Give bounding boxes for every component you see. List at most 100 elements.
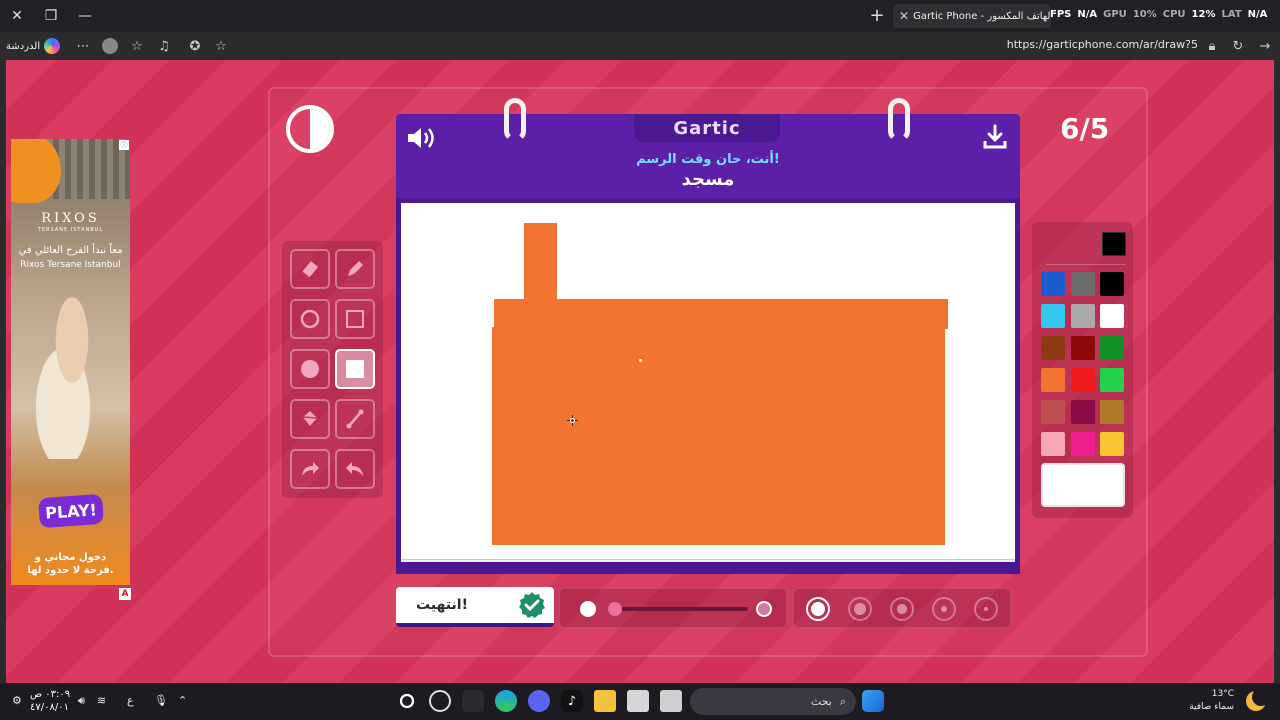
weather-widget[interactable]: 13°C سماء صافية — [1189, 688, 1234, 714]
ad-choices-icon[interactable]: A — [119, 588, 131, 600]
draw-word: مسجد — [681, 169, 735, 190]
color-swatch[interactable] — [1100, 400, 1124, 424]
more-icon[interactable]: ⋯ — [74, 37, 92, 55]
drawing-canvas[interactable] — [401, 203, 1015, 559]
obs-icon[interactable] — [396, 690, 418, 712]
ad-photo — [27, 289, 117, 459]
copilot-chat-button[interactable]: الدردشة — [6, 36, 61, 56]
redo-tool[interactable] — [290, 449, 330, 489]
favorites-icon[interactable]: ☆ — [128, 37, 146, 55]
edge-icon[interactable] — [495, 690, 517, 712]
wifi-icon[interactable]: ≋ — [97, 694, 106, 707]
windows-start-icon[interactable] — [862, 690, 884, 712]
collections-icon[interactable]: ♫ — [155, 37, 173, 55]
volume-icon[interactable]: 🔊︎ — [78, 694, 85, 708]
microphone-icon[interactable]: 🎙︎ — [154, 694, 168, 707]
settings-icon[interactable]: ⚙ — [12, 694, 22, 707]
brush-size-option[interactable] — [848, 597, 872, 621]
color-swatch[interactable] — [1041, 400, 1065, 424]
opacity-slider-handle[interactable] — [608, 602, 622, 616]
refresh-icon[interactable]: ↻ — [1229, 37, 1247, 55]
language-indicator[interactable]: ع — [127, 694, 134, 707]
file-explorer-icon[interactable] — [594, 690, 616, 712]
fps-value: N/A — [1077, 9, 1098, 20]
color-swatch[interactable] — [1070, 336, 1095, 360]
app-window-icon[interactable] — [660, 690, 682, 712]
pen-icon — [348, 261, 363, 276]
brush-size-dot — [897, 604, 907, 614]
close-tab-icon[interactable]: ✕ — [899, 9, 909, 23]
download-icon[interactable] — [982, 124, 1008, 150]
square-fill-icon — [346, 360, 364, 378]
color-swatch[interactable] — [1041, 336, 1065, 360]
profile-avatar[interactable] — [101, 37, 119, 55]
app-icon[interactable] — [429, 690, 451, 712]
color-swatch[interactable] — [1100, 368, 1124, 392]
tiktok-icon[interactable]: ♪ — [561, 690, 583, 712]
color-swatch[interactable] — [1041, 432, 1065, 456]
opacity-slider-panel — [558, 587, 788, 629]
color-swatch[interactable] — [1041, 368, 1065, 392]
terminal-icon[interactable] — [462, 690, 484, 712]
add-favorite-icon[interactable]: ☆ — [212, 37, 230, 55]
palette-divider — [1046, 264, 1126, 265]
url-field[interactable]: https://garticphone.com/ar/draw?5 — [1007, 38, 1198, 51]
undo-tool[interactable] — [335, 449, 375, 489]
color-swatch[interactable] — [1100, 304, 1124, 328]
rect-outline-tool[interactable] — [335, 299, 375, 339]
brush-size-option[interactable] — [890, 597, 914, 621]
color-swatch[interactable] — [1041, 304, 1065, 328]
new-tab-button[interactable]: + — [866, 4, 888, 26]
minimize-window-button[interactable]: — — [70, 3, 100, 29]
opacity-slider-track[interactable] — [612, 607, 748, 611]
window-titlebar: ✕ ❐ — + ✕ Gartic Phone - لعبة الهاتف الم… — [0, 0, 1280, 32]
taskbar: ⚙ ٠٣:٠٩ ص ٤٧/٠٨/٠١ 🔊︎ ≋ ع 🎙︎ ⌃ ♪ بحث ⌕ 1… — [0, 683, 1280, 720]
brush-size-panel — [792, 587, 1012, 629]
custom-color-button[interactable] — [1041, 463, 1125, 507]
canvas-dot — [639, 359, 642, 362]
tab-title: Gartic Phone - لعبة الهاتف المكسور — [913, 10, 1051, 22]
weather-temp: 13°C — [1211, 689, 1234, 699]
taskbar-search[interactable]: بحث ⌕ — [690, 688, 856, 715]
sound-icon[interactable] — [406, 124, 438, 152]
brush-size-option[interactable] — [932, 597, 956, 621]
brush-size-dot — [854, 603, 866, 615]
ellipse-fill-tool[interactable] — [290, 349, 330, 389]
discord-icon[interactable] — [528, 690, 550, 712]
color-swatch[interactable] — [1041, 272, 1065, 296]
eraser-tool[interactable] — [290, 249, 330, 289]
tab-gartic-phone[interactable]: ✕ Gartic Phone - لعبة الهاتف المكسور — [893, 4, 1051, 28]
ad-play-logo: PLAY! — [38, 493, 104, 529]
color-swatch[interactable] — [1070, 432, 1095, 456]
brush-size-option[interactable] — [974, 597, 998, 621]
brush-size-option[interactable] — [806, 597, 830, 621]
color-swatch[interactable] — [1100, 432, 1124, 456]
moon-icon — [1246, 688, 1270, 711]
drawn-roof — [494, 299, 948, 329]
chevron-up-icon[interactable]: ⌃ — [178, 694, 187, 707]
extensions-icon[interactable]: ✪ — [186, 37, 204, 55]
tray-clock[interactable]: ٠٣:٠٩ ص ٤٧/٠٨/٠١ — [30, 688, 70, 714]
line-tool[interactable] — [335, 399, 375, 439]
color-swatch[interactable] — [1100, 336, 1124, 360]
notepad-icon[interactable] — [627, 690, 649, 712]
pen-tool[interactable] — [335, 249, 375, 289]
back-icon[interactable]: → — [1256, 37, 1274, 55]
close-window-button[interactable]: ✕ — [2, 3, 32, 29]
color-swatch[interactable] — [1100, 272, 1124, 296]
weather-desc: سماء صافية — [1189, 702, 1234, 712]
drawn-minaret — [524, 223, 557, 303]
ad-info-icon[interactable]: ⓘ — [119, 140, 129, 150]
chat-label: الدردشة — [6, 40, 41, 52]
bucket-tool[interactable] — [290, 399, 330, 439]
color-swatch[interactable] — [1070, 304, 1095, 328]
rect-fill-tool[interactable] — [335, 349, 375, 389]
color-swatch[interactable] — [1070, 400, 1095, 424]
color-swatch[interactable] — [1070, 368, 1095, 392]
restore-window-button[interactable]: ❐ — [36, 3, 66, 29]
done-button[interactable]: انتهيت! — [396, 587, 554, 627]
ellipse-outline-tool[interactable] — [290, 299, 330, 339]
eraser-icon — [301, 261, 318, 279]
ad-banner[interactable]: RIXOS TERSANE ISTANBUL معاً نبدأ الفرح ا… — [11, 139, 130, 585]
color-swatch[interactable] — [1070, 272, 1095, 296]
